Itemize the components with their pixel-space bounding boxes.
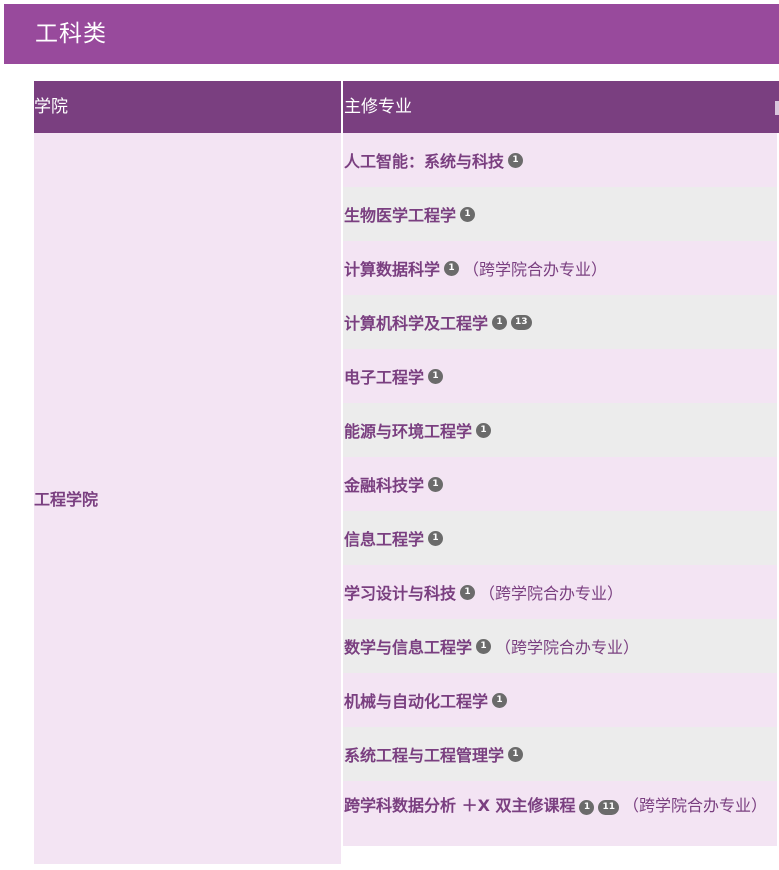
footnote-badge: 1 [492, 692, 508, 708]
major-row: 信息工程学 1 [343, 511, 777, 565]
header-divider [341, 81, 343, 133]
college-cell: 工程学院 [34, 133, 341, 864]
major-name[interactable]: 能源与环境工程学 [344, 418, 472, 442]
footnote-badge: 1 [508, 152, 524, 168]
major-row: 计算数据科学 1 （跨学院合办专业） [343, 241, 777, 295]
major-note: （跨学院合办专业） [463, 260, 608, 279]
header-edge-mark [775, 101, 779, 115]
footnote-badge: 1 [508, 746, 524, 762]
major-row: 金融科技学 1 [343, 457, 777, 511]
major-row: 计算机科学及工程学 1 13 [343, 295, 777, 349]
footnote-badge: 1 [460, 206, 476, 222]
major-row: 生物医学工程学 1 [343, 187, 777, 241]
footnote-badge: 1 [428, 368, 444, 384]
major-name[interactable]: 计算机科学及工程学 [344, 310, 488, 334]
major-name[interactable]: 计算数据科学 [344, 256, 440, 280]
footnote-badge: 1 [476, 638, 492, 654]
major-row: 学习设计与科技 1 （跨学院合办专业） [343, 565, 777, 619]
major-name[interactable]: 信息工程学 [344, 526, 424, 550]
header-college: 学院 [34, 97, 68, 117]
footnote-badge: 1 [460, 584, 476, 600]
major-name[interactable]: 电子工程学 [344, 364, 424, 388]
major-name[interactable]: 机械与自动化工程学 [344, 688, 488, 712]
major-row: 能源与环境工程学 1 [343, 403, 777, 457]
footnote-badge: 13 [511, 314, 532, 330]
major-name[interactable]: 金融科技学 [344, 472, 424, 496]
college-name: 工程学院 [34, 490, 99, 509]
table-header: 学院 主修专业 [34, 81, 779, 133]
major-name[interactable]: 数学与信息工程学 [344, 634, 472, 658]
section-title: 工科类 [35, 21, 107, 47]
footnote-badge: 1 [428, 476, 444, 492]
major-note: （跨学院合办专业） [495, 638, 640, 657]
footnote-badge: 1 [444, 260, 460, 276]
major-list: 人工智能：系统与科技 1 生物医学工程学 1 计算数据科学 1 （跨学院合办专业） 计算机科学… [343, 133, 777, 846]
footnote-badge: 1 [492, 314, 508, 330]
major-note: （跨学院合办专业） [623, 796, 768, 815]
footnote-badge: 1 [579, 800, 595, 815]
major-row: 电子工程学 1 [343, 349, 777, 403]
major-name[interactable]: 跨学科数据分析 ＋X 双主修课程 [344, 796, 575, 815]
major-name[interactable]: 生物医学工程学 [344, 202, 456, 226]
major-row: 系统工程与工程管理学 1 [343, 727, 777, 781]
major-row: 跨学科数据分析 ＋X 双主修课程 1 11 （跨学院合办专业） [343, 781, 777, 846]
major-name[interactable]: 人工智能：系统与科技 [344, 148, 504, 172]
major-note: （跨学院合办专业） [479, 584, 624, 603]
footnote-badge: 1 [428, 530, 444, 546]
footnote-badge: 11 [598, 800, 620, 815]
section-banner: 工科类 [4, 4, 779, 64]
major-name[interactable]: 学习设计与科技 [344, 580, 456, 604]
major-row: 机械与自动化工程学 1 [343, 673, 777, 727]
majors-table: 学院 主修专业 工程学院 人工智能：系统与科技 1 生物医学工程学 1 计算数据科学 1 （… [34, 81, 779, 864]
header-major: 主修专业 [344, 97, 412, 117]
major-row: 数学与信息工程学 1 （跨学院合办专业） [343, 619, 777, 673]
footnote-badge: 1 [476, 422, 492, 438]
major-row: 人工智能：系统与科技 1 [343, 133, 777, 187]
major-name[interactable]: 系统工程与工程管理学 [344, 742, 504, 766]
